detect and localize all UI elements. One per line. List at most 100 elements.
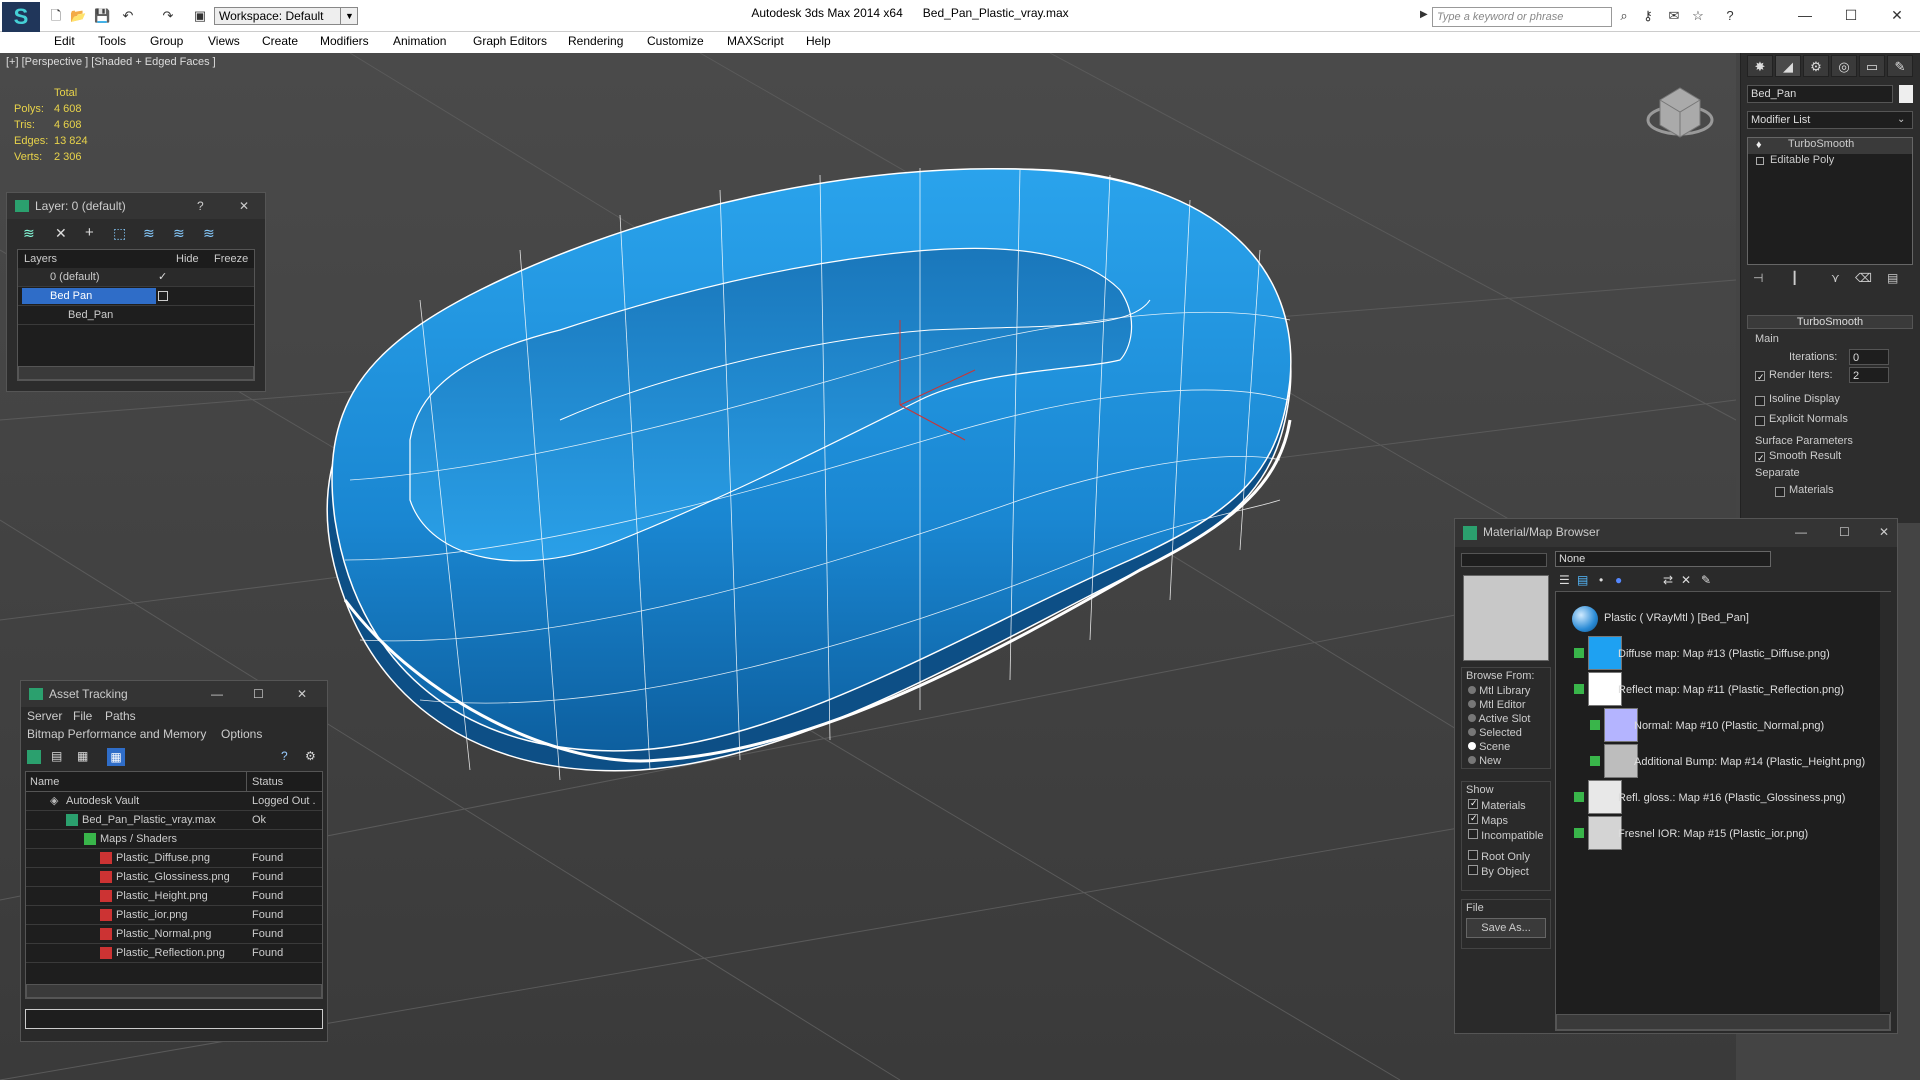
layer-row[interactable]: Bed_Pan (18, 306, 254, 325)
render-iters-spinner[interactable]: 2 (1849, 367, 1889, 383)
configure-sets-icon[interactable]: ▤ (1887, 271, 1898, 285)
layer-window-title[interactable]: Layer: 0 (default) ? ✕ (7, 193, 265, 219)
active-check-icon[interactable]: ✓ (158, 268, 167, 287)
chevron-down-icon[interactable]: ⌄ (1897, 111, 1905, 129)
menu-tools[interactable]: Tools (98, 34, 126, 48)
select-objects-icon[interactable]: ⬚ (113, 225, 126, 242)
motion-tab-icon[interactable]: ◎ (1831, 55, 1857, 77)
delete-layer-icon[interactable]: ✕ (55, 225, 67, 242)
smooth-result-checkbox[interactable] (1755, 452, 1765, 467)
mmb-titlebar[interactable]: Material/Map Browser — ☐ ✕ (1455, 519, 1897, 547)
tree-hscrollbar[interactable] (1556, 1014, 1890, 1030)
close-icon[interactable]: ✕ (1879, 519, 1889, 545)
maximize-icon[interactable]: ☐ (1839, 519, 1850, 545)
table-view-icon[interactable]: ▦ (77, 749, 88, 763)
menu-modifiers[interactable]: Modifiers (320, 34, 369, 48)
menu-group[interactable]: Group (150, 34, 183, 48)
grid-view-icon[interactable]: ▦ (107, 748, 125, 766)
asset-row[interactable]: Plastic_Height.png Found (26, 887, 322, 906)
modifier-list-dropdown[interactable]: Modifier List (1747, 111, 1913, 129)
key-icon[interactable]: ⚷ (1640, 8, 1656, 24)
menu-server[interactable]: Server (27, 709, 62, 723)
menu-customize[interactable]: Customize (647, 34, 704, 48)
create-tab-icon[interactable]: ✸ (1747, 55, 1773, 77)
save-icon[interactable]: 💾 (94, 8, 110, 24)
mmb-search-input[interactable]: None (1555, 551, 1771, 567)
sphere-icon[interactable]: ● (1615, 573, 1622, 587)
menu-help[interactable]: Help (806, 34, 831, 48)
search-expand-icon[interactable]: ▶ (1420, 9, 1428, 20)
tree-item-map[interactable]: Additional Bump: Map #14 (Plastic_Height… (1588, 744, 1878, 780)
help-icon[interactable]: ? (197, 193, 204, 219)
menu-graph-editors[interactable]: Graph Editors (473, 34, 547, 48)
asset-path-field[interactable] (25, 1009, 323, 1029)
undo-icon[interactable]: ↶ (120, 8, 136, 24)
browse-scene[interactable]: Scene (1462, 740, 1550, 754)
tree-item-material[interactable]: Plastic ( VRayMtl ) [Bed_Pan] (1572, 600, 1872, 636)
minimize-icon[interactable]: — (1795, 519, 1807, 545)
new-file-icon[interactable]: 🗋 (48, 8, 64, 24)
utilities-tab-icon[interactable]: ✎ (1887, 55, 1913, 77)
col-name[interactable]: Name (30, 776, 59, 788)
menu-paths[interactable]: Paths (105, 709, 136, 723)
menu-animation[interactable]: Animation (393, 34, 446, 48)
freeze-all-icon[interactable]: ≋ (203, 225, 215, 242)
menu-create[interactable]: Create (262, 34, 298, 48)
menu-bitmap-performance[interactable]: Bitmap Performance and Memory (27, 727, 206, 741)
redo-icon[interactable]: ↷ (160, 8, 176, 24)
stack-item-editable-poly[interactable]: Editable Poly (1748, 154, 1912, 170)
tree-item-map[interactable]: Diffuse map: Map #13 (Plastic_Diffuse.pn… (1572, 636, 1872, 672)
menu-file[interactable]: File (73, 709, 92, 723)
settings-icon[interactable]: ⚙ (305, 749, 316, 763)
asset-row[interactable]: Plastic_Normal.png Found (26, 925, 322, 944)
asset-row[interactable]: Bed_Pan_Plastic_vray.max Ok (26, 811, 322, 830)
layer-row-selected[interactable]: Bed Pan (18, 287, 254, 306)
by-object-checkbox[interactable]: By Object (1462, 864, 1550, 879)
menu-options[interactable]: Options (221, 727, 262, 741)
separate-materials-checkbox[interactable] (1775, 486, 1785, 500)
browse-selected[interactable]: Selected (1462, 726, 1550, 740)
add-to-layer-icon[interactable]: + (85, 224, 94, 241)
expand-icon[interactable] (1756, 157, 1764, 165)
list-view-icon[interactable]: ▤ (1577, 573, 1588, 587)
tree-item-map[interactable]: Fresnel IOR: Map #15 (Plastic_ior.png) (1572, 816, 1872, 852)
hide-all-icon[interactable]: ≋ (173, 225, 185, 242)
show-maps[interactable]: Maps (1462, 813, 1550, 828)
asset-row[interactable]: Plastic_ior.png Found (26, 906, 322, 925)
asset-row[interactable]: Plastic_Diffuse.png Found (26, 849, 322, 868)
asset-hscrollbar[interactable] (26, 984, 322, 998)
tree-list-icon[interactable]: ☰ (1559, 573, 1570, 587)
tree-item-map[interactable]: Refl. gloss.: Map #16 (Plastic_Glossines… (1572, 780, 1872, 816)
object-color-swatch[interactable] (1899, 85, 1913, 103)
dot-icon[interactable]: • (1599, 573, 1603, 587)
hierarchy-tab-icon[interactable]: ⚙ (1803, 55, 1829, 77)
binoculars-icon[interactable]: ⌕ (1616, 8, 1632, 24)
maximize-icon[interactable]: ☐ (1836, 4, 1866, 26)
asset-row[interactable]: Maps / Shaders (26, 830, 322, 849)
tree-item-map[interactable]: Normal: Map #10 (Plastic_Normal.png) (1588, 708, 1878, 744)
remove-modifier-icon[interactable]: ⌫ (1855, 271, 1872, 285)
root-only-checkbox[interactable]: Root Only (1462, 843, 1550, 864)
workspace-dropdown[interactable]: Workspace: Default (214, 7, 358, 25)
close-icon[interactable]: ✕ (1882, 4, 1912, 26)
show-end-result-icon[interactable]: ┃ (1791, 271, 1798, 285)
asset-row[interactable]: Plastic_Glossiness.png Found (26, 868, 322, 887)
browse-active-slot[interactable]: Active Slot (1462, 712, 1550, 726)
isoline-checkbox[interactable] (1755, 395, 1765, 409)
refresh-icon[interactable] (27, 750, 41, 764)
display-tab-icon[interactable]: ▭ (1859, 55, 1885, 77)
col-status[interactable]: Status (252, 776, 283, 788)
turbosmooth-rollout-title[interactable]: TurboSmooth (1747, 315, 1913, 329)
close-icon[interactable]: ✕ (239, 193, 249, 219)
stack-item-turbosmooth[interactable]: ♦ TurboSmooth (1748, 138, 1912, 154)
render-iters-checkbox[interactable] (1755, 371, 1765, 386)
highlight-layer-icon[interactable]: ≋ (143, 225, 155, 242)
make-unique-icon[interactable]: ⋎ (1831, 271, 1840, 285)
col-hide[interactable]: Hide (176, 253, 199, 265)
new-layer-icon[interactable]: ≋ (23, 225, 35, 242)
chevron-down-icon[interactable]: ▼ (340, 7, 358, 25)
browse-mtl-library[interactable]: Mtl Library (1462, 684, 1550, 698)
show-incompatible[interactable]: Incompatible (1462, 828, 1550, 843)
maximize-icon[interactable]: ☐ (253, 681, 264, 707)
browse-new[interactable]: New (1462, 754, 1550, 768)
